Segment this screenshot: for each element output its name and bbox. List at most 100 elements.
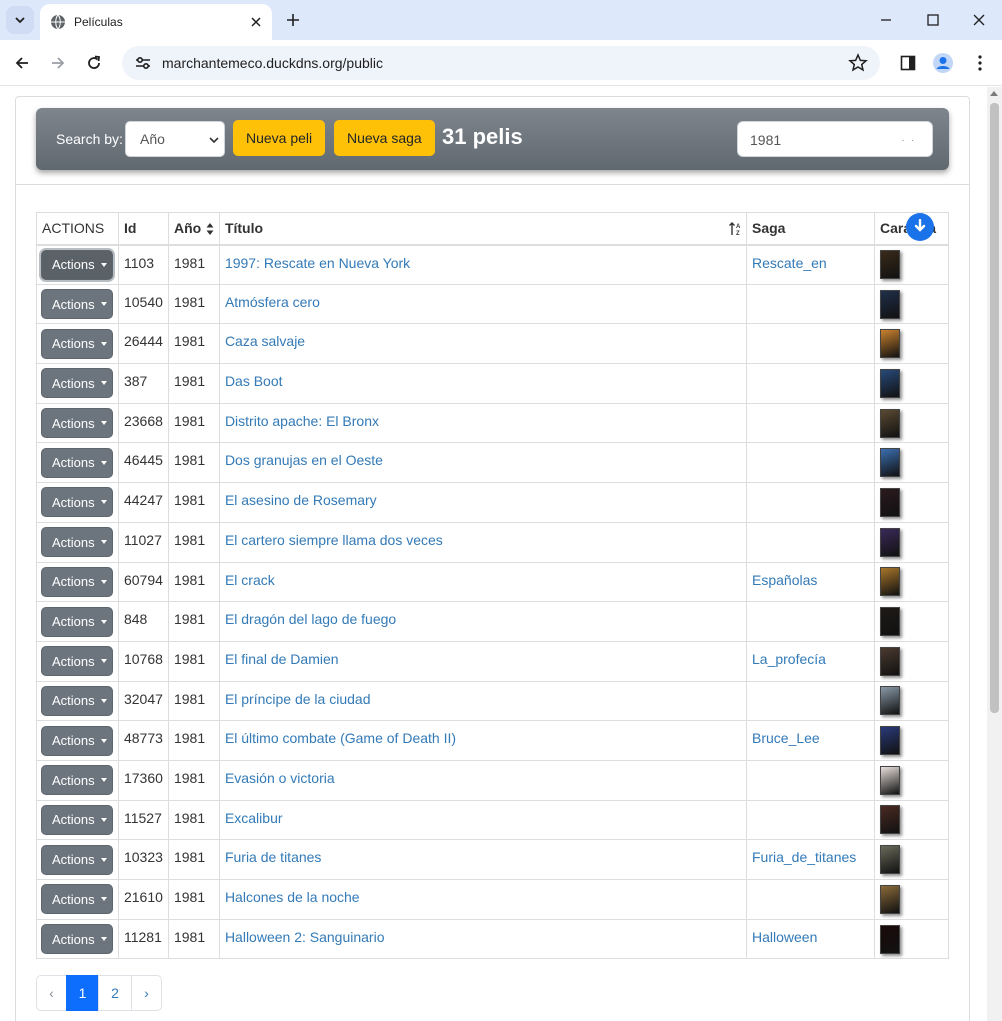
- cell-title: El crack: [218, 561, 748, 603]
- cell-actions: Actions: [36, 363, 119, 404]
- search-input[interactable]: 1981 . .: [737, 121, 933, 157]
- movie-poster[interactable]: [879, 368, 900, 398]
- movie-title-link[interactable]: Caza salvaje: [225, 333, 305, 349]
- actions-dropdown-button[interactable]: Actions: [41, 447, 113, 478]
- actions-dropdown-button[interactable]: Actions: [41, 685, 113, 716]
- movie-poster[interactable]: [879, 408, 900, 438]
- pagination-next[interactable]: ›: [131, 975, 162, 1011]
- tab-search-button[interactable]: [6, 6, 34, 34]
- movie-poster[interactable]: [879, 646, 900, 676]
- pagination-prev[interactable]: ‹: [36, 975, 67, 1011]
- movie-title-link[interactable]: Evasión o victoria: [225, 770, 335, 786]
- saga-link[interactable]: Furia_de_titanes: [752, 849, 856, 865]
- movie-title-link[interactable]: Furia de titanes: [225, 849, 322, 865]
- saga-link[interactable]: Españolas: [752, 572, 817, 588]
- actions-dropdown-button[interactable]: Actions: [41, 249, 113, 280]
- reload-icon[interactable]: [80, 49, 108, 77]
- actions-dropdown-button[interactable]: Actions: [41, 646, 113, 677]
- actions-dropdown-button[interactable]: Actions: [41, 804, 113, 835]
- movie-title-link[interactable]: 1997: Rescate en Nueva York: [225, 255, 410, 271]
- browser-tab[interactable]: Películas: [40, 4, 272, 40]
- movie-title-link[interactable]: Halcones de la noche: [225, 889, 360, 905]
- actions-dropdown-button[interactable]: Actions: [41, 844, 113, 875]
- cell-cover: [873, 521, 950, 563]
- actions-dropdown-button[interactable]: Actions: [41, 289, 113, 320]
- site-settings-icon[interactable]: [134, 54, 152, 72]
- back-icon[interactable]: [8, 49, 36, 77]
- forward-icon[interactable]: [44, 49, 72, 77]
- col-header-year[interactable]: Año: [167, 212, 220, 246]
- tab-close-icon[interactable]: [248, 14, 264, 30]
- pagination-page-2[interactable]: 2: [98, 975, 132, 1011]
- caret-down-icon: [100, 778, 107, 783]
- actions-dropdown-button[interactable]: Actions: [41, 487, 113, 518]
- movie-poster[interactable]: [879, 329, 900, 359]
- movie-title-link[interactable]: El dragón del lago de fuego: [225, 611, 396, 627]
- movie-title-link[interactable]: Das Boot: [225, 373, 283, 389]
- movie-title-link[interactable]: Dos granujas en el Oeste: [225, 452, 383, 468]
- saga-link[interactable]: Rescate_en: [752, 255, 827, 271]
- browser-menu-icon[interactable]: [968, 51, 992, 75]
- download-badge-icon[interactable]: [906, 213, 934, 241]
- cell-saga: [746, 402, 875, 444]
- actions-dropdown-button[interactable]: Actions: [41, 408, 113, 439]
- page-scrollbar[interactable]: [987, 87, 1002, 1021]
- search-field-select[interactable]: Año: [125, 121, 225, 157]
- movie-poster[interactable]: [879, 567, 900, 597]
- col-header-id[interactable]: Id: [117, 212, 169, 246]
- actions-dropdown-button[interactable]: Actions: [41, 368, 113, 399]
- minimize-icon[interactable]: [872, 6, 900, 34]
- profile-avatar-icon[interactable]: [931, 51, 955, 75]
- scroll-up-arrow-icon[interactable]: [990, 91, 998, 96]
- cell-saga: [746, 323, 875, 365]
- movie-poster[interactable]: [879, 924, 900, 954]
- movie-poster[interactable]: [879, 527, 900, 557]
- movie-title-link[interactable]: Halloween 2: Sanguinario: [225, 929, 385, 945]
- movie-poster[interactable]: [879, 805, 900, 835]
- movie-title-link[interactable]: Excalibur: [225, 810, 283, 826]
- actions-dropdown-button[interactable]: Actions: [41, 765, 113, 796]
- movie-poster[interactable]: [879, 765, 900, 795]
- window-close-icon[interactable]: [965, 6, 993, 34]
- actions-dropdown-button[interactable]: Actions: [41, 725, 113, 756]
- new-movie-button[interactable]: Nueva peli: [233, 120, 326, 156]
- movie-poster[interactable]: [879, 448, 900, 478]
- movie-title-link[interactable]: El príncipe de la ciudad: [225, 691, 371, 707]
- col-header-saga[interactable]: Saga: [746, 212, 875, 246]
- pagination-page-1[interactable]: 1: [66, 975, 99, 1011]
- movie-title-link[interactable]: Atmósfera cero: [225, 294, 320, 310]
- col-header-title[interactable]: Título AZ: [218, 212, 748, 246]
- movie-poster[interactable]: [879, 250, 900, 280]
- movie-poster[interactable]: [879, 607, 900, 637]
- movie-title-link[interactable]: Distrito apache: El Bronx: [225, 413, 379, 429]
- movie-title-link[interactable]: El crack: [225, 572, 275, 588]
- cell-id: 848: [117, 601, 169, 642]
- movie-poster[interactable]: [879, 686, 900, 716]
- movie-poster[interactable]: [879, 845, 900, 875]
- actions-dropdown-button[interactable]: Actions: [41, 606, 113, 637]
- new-tab-icon[interactable]: [282, 9, 304, 31]
- movie-title-link[interactable]: El final de Damien: [225, 651, 339, 667]
- new-saga-button[interactable]: Nueva saga: [334, 120, 435, 156]
- movie-title-link[interactable]: El asesino de Rosemary: [225, 492, 377, 508]
- side-panel-icon[interactable]: [896, 51, 920, 75]
- movie-title-link[interactable]: El cartero siempre llama dos veces: [225, 532, 443, 548]
- actions-dropdown-button[interactable]: Actions: [41, 566, 113, 597]
- movie-poster[interactable]: [879, 289, 900, 319]
- movie-poster[interactable]: [879, 726, 900, 756]
- actions-dropdown-button[interactable]: Actions: [41, 924, 113, 955]
- saga-link[interactable]: Halloween: [752, 929, 817, 945]
- cell-title: Halcones de la noche: [218, 879, 748, 920]
- address-bar[interactable]: marchantemeco.duckdns.org/public: [122, 46, 880, 80]
- movie-poster[interactable]: [879, 487, 900, 517]
- actions-dropdown-button[interactable]: Actions: [41, 328, 113, 359]
- movie-poster[interactable]: [879, 884, 900, 914]
- movie-title-link[interactable]: El último combate (Game of Death II): [225, 730, 456, 746]
- saga-link[interactable]: Bruce_Lee: [752, 730, 820, 746]
- bookmark-star-icon[interactable]: [848, 53, 868, 73]
- actions-dropdown-button[interactable]: Actions: [41, 527, 113, 558]
- scrollbar-thumb[interactable]: [990, 103, 999, 713]
- saga-link[interactable]: La_profecía: [752, 651, 826, 667]
- maximize-icon[interactable]: [919, 6, 947, 34]
- actions-dropdown-button[interactable]: Actions: [41, 884, 113, 915]
